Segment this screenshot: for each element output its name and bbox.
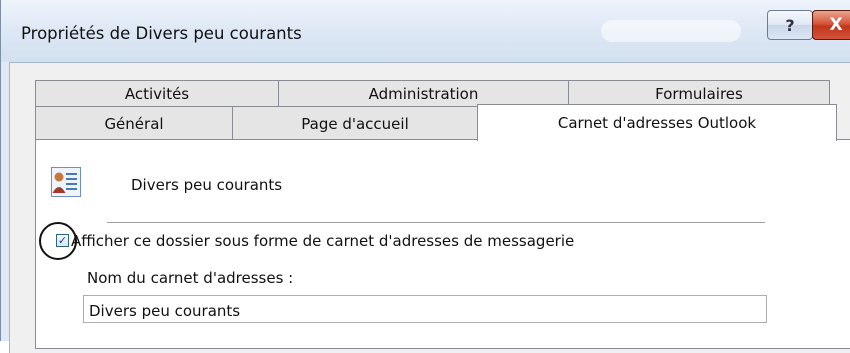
tab-label: Page d'accueil bbox=[301, 114, 409, 133]
address-book-name-label: Nom du carnet d'adresses : bbox=[87, 269, 294, 287]
title-bar[interactable]: Propriétés de Divers peu courants ? X bbox=[1, 0, 850, 62]
help-button[interactable]: ? bbox=[767, 10, 813, 40]
address-book-name-input[interactable] bbox=[83, 295, 767, 323]
properties-dialog: Propriétés de Divers peu courants ? X Ac… bbox=[0, 0, 850, 353]
tab-label: Carnet d'adresses Outlook bbox=[557, 114, 757, 132]
tab-administration[interactable]: Administration bbox=[278, 80, 569, 106]
close-button[interactable]: X bbox=[812, 10, 850, 40]
window-title: Propriétés de Divers peu courants bbox=[21, 24, 302, 43]
tab-activites[interactable]: Activités bbox=[35, 80, 279, 106]
tab-formulaires[interactable]: Formulaires bbox=[568, 80, 830, 106]
help-icon: ? bbox=[785, 15, 795, 35]
folder-name: Divers peu courants bbox=[131, 176, 283, 194]
tab-page-accueil[interactable]: Page d'accueil bbox=[232, 106, 478, 140]
close-icon: X bbox=[829, 15, 843, 35]
title-bar-glow bbox=[601, 20, 741, 42]
tab-label: Formulaires bbox=[655, 84, 743, 103]
contact-card-icon bbox=[51, 167, 81, 197]
tab-label: Activités bbox=[124, 84, 190, 103]
tab-general[interactable]: Général bbox=[35, 106, 233, 140]
separator bbox=[107, 222, 765, 224]
tab-carnet-adresses-outlook[interactable]: Carnet d'adresses Outlook bbox=[477, 104, 837, 141]
tab-label: Administration bbox=[368, 84, 479, 103]
tab-label: Général bbox=[104, 114, 164, 133]
address-book-checkbox-label[interactable]: Afficher ce dossier sous forme de carnet… bbox=[71, 232, 574, 250]
